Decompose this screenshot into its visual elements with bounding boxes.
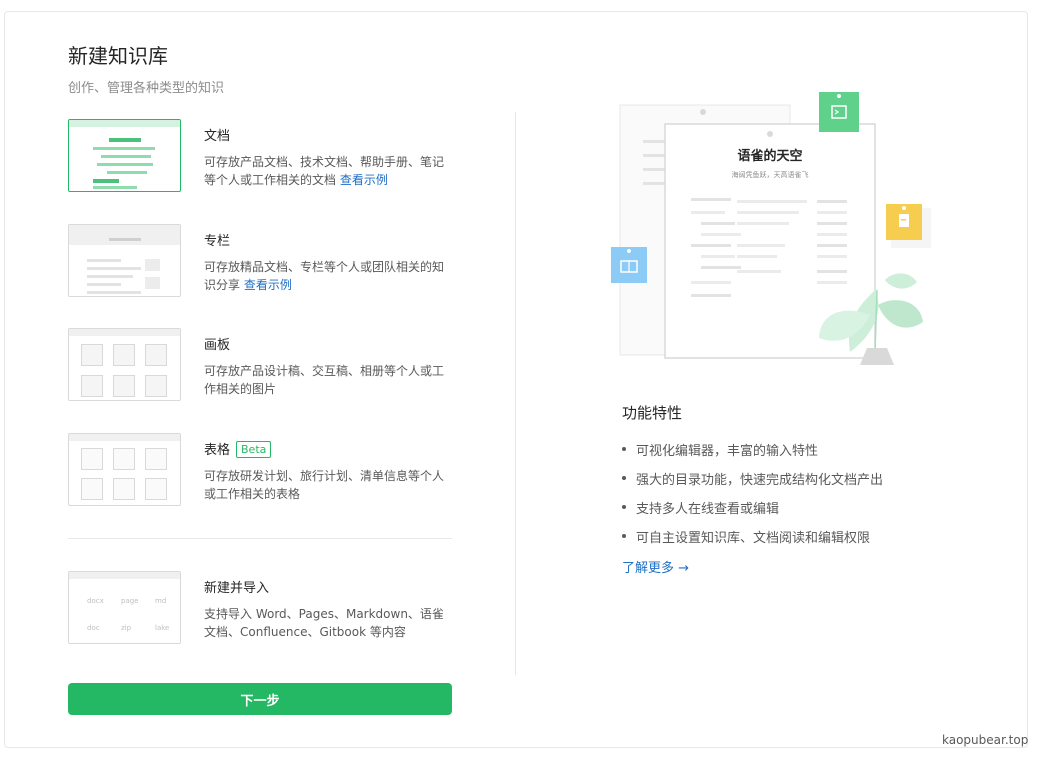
type-title: 新建并导入 bbox=[204, 581, 270, 596]
type-desc: 可存放研发计划、旅行计划、清单信息等个人或工作相关的表格 bbox=[204, 469, 445, 501]
sheet-thumbnail bbox=[68, 433, 181, 506]
type-option-board[interactable]: 画板 可存放产品设计稿、交互稿、相册等个人或工作相关的图片 bbox=[68, 328, 458, 402]
format-label: lake bbox=[155, 624, 170, 632]
view-example-link[interactable]: 查看示例 bbox=[340, 173, 388, 187]
type-option-import[interactable]: docx page md doc zip lake 新建并导入 支持导入 Wor… bbox=[68, 571, 458, 645]
feature-item: 强大的目录功能，快速完成结构化文档产出 bbox=[622, 469, 883, 498]
watermark: kaopubear.top bbox=[942, 733, 1029, 747]
format-label: md bbox=[155, 597, 167, 605]
doc-subtitle: 海阔凭鱼跃，天高语雀飞 bbox=[732, 170, 809, 179]
type-title: 表格 Beta bbox=[204, 439, 272, 458]
format-label: docx bbox=[87, 597, 104, 605]
feature-item: 支持多人在线查看或编辑 bbox=[622, 498, 883, 527]
doc-title: 语雀的天空 bbox=[737, 148, 802, 164]
type-desc: 可存放精品文档、专栏等个人或团队相关的知识分享 查看示例 bbox=[204, 260, 445, 292]
type-desc: 可存放产品文档、技术文档、帮助手册、笔记等个人或工作相关的文档 查看示例 bbox=[204, 155, 445, 187]
book-icon bbox=[611, 247, 647, 283]
type-title: 专栏 bbox=[204, 234, 231, 249]
format-label: doc bbox=[87, 624, 100, 632]
type-option-sheet[interactable]: 表格 Beta 可存放研发计划、旅行计划、清单信息等个人或工作相关的表格 bbox=[68, 433, 458, 507]
doc-thumbnail bbox=[68, 119, 181, 192]
column-divider bbox=[515, 112, 516, 675]
page-title: 新建知识库 bbox=[68, 44, 168, 68]
type-option-doc[interactable]: 文档 可存放产品文档、技术文档、帮助手册、笔记等个人或工作相关的文档 查看示例 bbox=[68, 119, 458, 193]
import-thumbnail: docx page md doc zip lake bbox=[68, 571, 181, 644]
page-subtitle: 创作、管理各种类型的知识 bbox=[68, 81, 225, 96]
type-title: 画板 bbox=[204, 338, 231, 353]
type-desc: 支持导入 Word、Pages、Markdown、语雀文档、Confluence… bbox=[204, 607, 444, 639]
type-option-column[interactable]: 专栏 可存放精品文档、专栏等个人或团队相关的知识分享 查看示例 bbox=[68, 224, 458, 298]
illustration: 语雀的天空 海阔凭鱼跃，天高语雀飞 bbox=[605, 90, 935, 380]
features-list: 可视化编辑器，丰富的输入特性 强大的目录功能，快速完成结构化文档产出 支持多人在… bbox=[622, 440, 883, 556]
feature-item: 可自主设置知识库、文档阅读和编辑权限 bbox=[622, 527, 883, 556]
format-label: zip bbox=[121, 624, 132, 632]
features-title: 功能特性 bbox=[622, 404, 683, 422]
feature-item: 可视化编辑器，丰富的输入特性 bbox=[622, 440, 883, 469]
learn-more-link[interactable]: 了解更多 → bbox=[622, 557, 689, 576]
section-divider bbox=[68, 538, 452, 539]
document-icon bbox=[886, 204, 931, 248]
next-button[interactable]: 下一步 bbox=[68, 683, 452, 715]
view-example-link[interactable]: 查看示例 bbox=[244, 278, 292, 292]
terminal-icon bbox=[819, 92, 859, 132]
column-thumbnail bbox=[68, 224, 181, 297]
format-label: page bbox=[121, 597, 139, 605]
board-thumbnail bbox=[68, 328, 181, 401]
beta-badge: Beta bbox=[236, 441, 272, 458]
type-desc: 可存放产品设计稿、交互稿、相册等个人或工作相关的图片 bbox=[204, 364, 445, 396]
type-title: 文档 bbox=[204, 129, 231, 144]
